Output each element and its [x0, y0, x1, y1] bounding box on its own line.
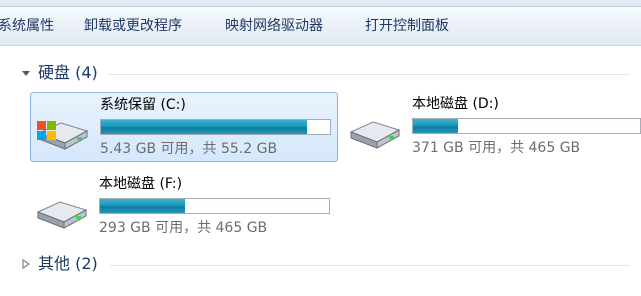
drive-name: 系统保留 (C:)	[100, 97, 186, 113]
drive-usage-bar	[99, 198, 330, 214]
group-header-other[interactable]: 其他 (2)	[20, 254, 630, 276]
drive-c[interactable]: 系统保留 (C:) 5.43 GB 可用，共 55.2 GB	[30, 92, 338, 162]
group-label-hard-disks: 硬盘 (4)	[38, 63, 98, 82]
drive-f[interactable]: 本地磁盘 (F:) 293 GB 可用，共 465 GB	[30, 172, 338, 242]
map-network-drive-button[interactable]: 映射网络驱动器	[225, 7, 323, 45]
windows-drive-icon	[37, 121, 89, 150]
drive-usage-fill	[413, 119, 459, 133]
drive-name: 本地磁盘 (F:)	[99, 176, 183, 192]
group-divider	[110, 265, 630, 266]
drive-usage-fill	[101, 120, 308, 134]
group-header-hard-disks[interactable]: 硬盘 (4)	[20, 63, 630, 85]
system-properties-button[interactable]: 系统属性	[0, 7, 54, 45]
group-label-other: 其他 (2)	[38, 254, 98, 273]
command-toolbar: 系统属性 卸载或更改程序 映射网络驱动器 打开控制面板	[0, 7, 641, 46]
chevron-right-icon[interactable]	[20, 258, 32, 270]
hard-drive-icon	[349, 121, 401, 149]
window-top-strip	[0, 0, 641, 7]
drive-d[interactable]: 本地磁盘 (D:) 371 GB 可用，共 465 GB	[343, 92, 641, 162]
open-control-panel-button[interactable]: 打开控制面板	[365, 7, 449, 45]
drive-usage-bar	[100, 119, 331, 135]
uninstall-program-button[interactable]: 卸载或更改程序	[84, 7, 182, 45]
drive-space-text: 293 GB 可用，共 465 GB	[99, 220, 268, 236]
drive-usage-fill	[100, 199, 185, 213]
hard-drive-icon	[36, 201, 88, 229]
drive-name: 本地磁盘 (D:)	[412, 96, 499, 112]
drive-space-text: 5.43 GB 可用，共 55.2 GB	[100, 141, 278, 157]
group-divider	[108, 74, 630, 75]
drive-usage-bar	[412, 118, 641, 134]
chevron-down-icon[interactable]	[20, 67, 32, 79]
drive-space-text: 371 GB 可用，共 465 GB	[412, 140, 581, 156]
